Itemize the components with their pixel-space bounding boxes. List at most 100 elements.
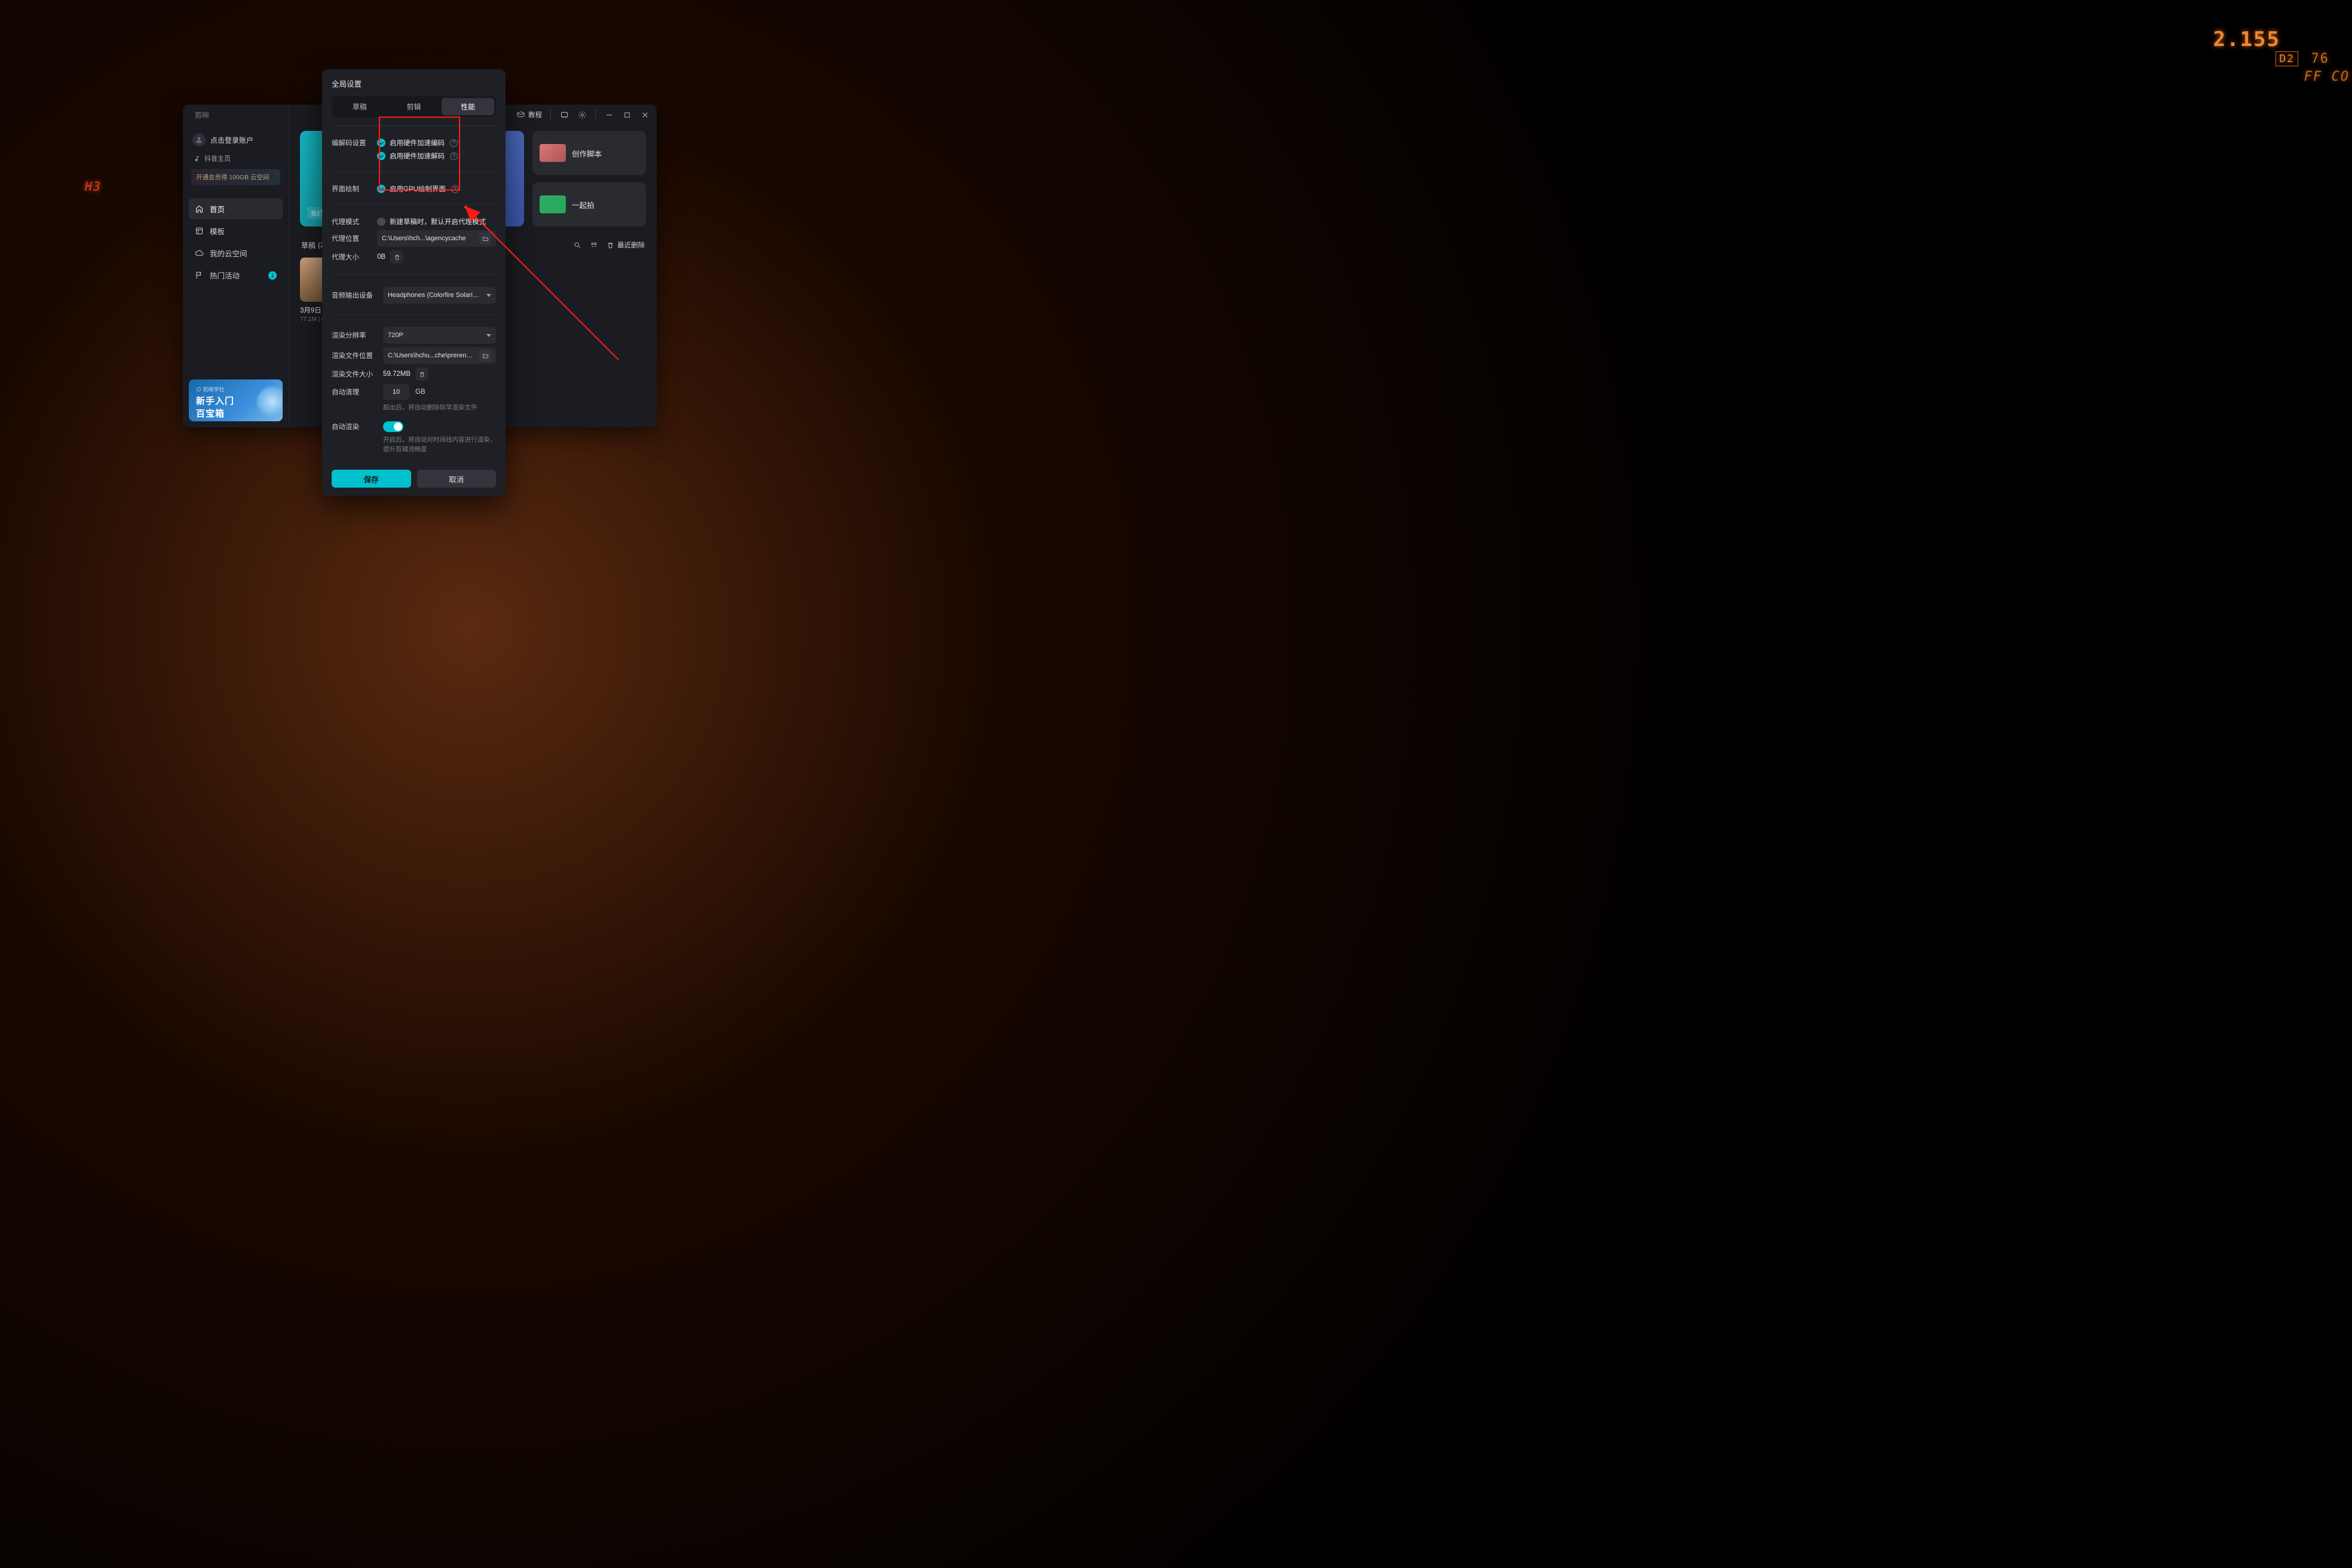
dialog-title: 全局设置 (332, 78, 496, 89)
dialog-tabs: 草稿 剪辑 性能 (332, 96, 496, 117)
autorender-hint: 开启后，将自动对时间线内容进行渲染，提升剪辑流畅度 (383, 436, 496, 455)
nav-activities[interactable]: 热门活动 1 (189, 265, 283, 286)
proxy-size-value: 0B (377, 253, 385, 261)
nav-label: 模板 (210, 225, 225, 237)
checkbox-hw-decode[interactable]: 启用硬件加速解码 ? (377, 151, 458, 161)
check-label: 启用硬件加速编码 (390, 138, 445, 148)
tab-draft[interactable]: 草稿 (333, 98, 386, 115)
render-res-value: 720P (388, 332, 480, 339)
ui-render-label: 界面绘制 (332, 184, 369, 194)
badge: 1 (268, 271, 277, 280)
audio-out-label: 音频输出设备 (332, 290, 375, 300)
avatar-icon (192, 133, 206, 146)
search-icon[interactable] (571, 238, 584, 252)
autorender-label: 自动渲染 (332, 422, 375, 431)
section-ui-render: 界面绘制 启用GPU绘制界面 ? (332, 172, 496, 204)
cloud-icon (195, 249, 204, 258)
hud-ffco: FF CO (2304, 69, 2350, 84)
flag-icon (195, 271, 204, 280)
render-path-value: C:\Users\hchu...che\prerender (388, 352, 476, 359)
autoclean-num-input[interactable]: 10 (383, 384, 409, 400)
check-icon (377, 185, 385, 193)
render-res-select[interactable]: 720P (383, 327, 496, 344)
section-audio: 音频输出设备 Headphones (Colorfire Solaris w).… (332, 274, 496, 314)
save-button[interactable]: 保存 (332, 470, 411, 488)
nav-cloud[interactable]: 我的云空间 (189, 243, 283, 264)
section-codec: 编解码设置 启用硬件加速编码 ? . 启用硬件加速解码 ? (332, 125, 496, 172)
nav-home[interactable]: 首页 (189, 198, 283, 219)
nav-label: 热门活动 (210, 270, 240, 281)
hud-h3: H3 (85, 179, 102, 194)
tab-performance[interactable]: 性能 (442, 98, 494, 115)
login-label: 点击登录账户 (210, 135, 253, 145)
cancel-button[interactable]: 取消 (417, 470, 497, 488)
render-res-label: 渲染分辨率 (332, 330, 375, 340)
tab-edit[interactable]: 剪辑 (388, 98, 440, 115)
checkbox-gpu-ui[interactable]: 启用GPU绘制界面 ? (377, 184, 459, 194)
folder-icon[interactable] (479, 350, 491, 362)
audio-out-select[interactable]: Headphones (Colorfire Solaris w)... (383, 287, 496, 304)
recent-delete-label: 最近删除 (617, 240, 645, 250)
proxy-mode-label: 代理模式 (332, 217, 369, 226)
hud-number: 2.155 (2213, 27, 2280, 51)
autoclean-unit: GB (415, 388, 425, 396)
banner-line1: 新手入门 (196, 394, 275, 407)
music-note-icon (194, 155, 200, 162)
douyin-label: 抖音主页 (204, 154, 231, 163)
nav-label: 首页 (210, 203, 225, 215)
login-row[interactable]: 点击登录账户 (192, 133, 280, 146)
template-icon (195, 226, 204, 235)
render-size-value: 59.72MB (383, 370, 411, 378)
info-icon[interactable]: ? (450, 152, 458, 160)
autorender-switch[interactable] (383, 421, 403, 432)
proxy-size-label: 代理大小 (332, 252, 369, 262)
proxy-loc-value: C:\Users\hch...\agencycache (382, 235, 476, 242)
douyin-link[interactable]: 抖音主页 (194, 154, 280, 163)
thumb (540, 144, 566, 162)
delete-proxy-button[interactable] (390, 250, 403, 264)
sidebar-banner[interactable]: ⊙ 剪映学社 新手入门 百宝箱 (189, 379, 283, 421)
audio-out-value: Headphones (Colorfire Solaris w)... (388, 292, 480, 299)
hud-d2n: 76 (2311, 51, 2330, 66)
settings-dialog: 全局设置 草稿 剪辑 性能 编解码设置 启用硬件加速编码 ? . 启用硬件加速解… (322, 69, 506, 496)
sort-icon[interactable] (587, 238, 601, 252)
codec-label: 编解码设置 (332, 138, 369, 148)
nav-templates[interactable]: 模板 (189, 220, 283, 241)
check-label: 新建草稿时，默认开启代理模式 (390, 217, 486, 226)
section-proxy: 代理模式 新建草稿时，默认开启代理模式 代理位置 C:\Users\hch...… (332, 204, 496, 274)
home-icon (195, 204, 204, 213)
proxy-loc-label: 代理位置 (332, 234, 369, 243)
autoclean-hint: 超出后，将自动删除较早渲染文件 (383, 403, 496, 413)
banner-line2: 百宝箱 (196, 407, 275, 419)
nav-label: 我的云空间 (210, 247, 247, 259)
hud-d2: D2 (2276, 51, 2298, 66)
mini-card-shoot[interactable]: 一起拍 (532, 182, 646, 226)
render-path-field[interactable]: C:\Users\hchu...che\prerender (383, 347, 496, 364)
mini-card-script[interactable]: 创作脚本 (532, 131, 646, 175)
thumb (540, 195, 566, 213)
section-render: 渲染分辨率 720P 渲染文件位置 C:\Users\hchu...che\pr… (332, 314, 496, 461)
drafts-title: 草稿 (301, 240, 316, 250)
sidebar: 点击登录账户 抖音主页 开通会员得 100GB 云空间 首页 模板 我的云空间 … (183, 105, 289, 427)
check-icon (377, 152, 385, 160)
checkbox-proxy-mode[interactable]: 新建草稿时，默认开启代理模式 (377, 217, 486, 226)
check-label: 启用GPU绘制界面 (390, 184, 446, 194)
autoclean-label: 自动清理 (332, 387, 375, 397)
dialog-footer: 保存 取消 (332, 470, 496, 488)
check-icon (377, 218, 385, 226)
trash-icon (607, 241, 614, 249)
checkbox-hw-encode[interactable]: 启用硬件加速编码 ? (377, 138, 458, 148)
render-size-label: 渲染文件大小 (332, 369, 375, 379)
check-label: 启用硬件加速解码 (390, 151, 445, 161)
promo-strip[interactable]: 开通会员得 100GB 云空间 (191, 169, 280, 185)
mini-label: 创作脚本 (572, 148, 602, 159)
info-icon[interactable]: ? (450, 139, 458, 147)
folder-icon[interactable] (479, 232, 491, 244)
recent-delete-button[interactable]: 最近删除 (607, 240, 645, 250)
proxy-loc-field[interactable]: C:\Users\hch...\agencycache (377, 230, 496, 247)
delete-render-button[interactable] (415, 368, 428, 381)
app-name: 剪映 (195, 110, 209, 120)
info-icon[interactable]: ? (451, 185, 459, 193)
mini-label: 一起拍 (572, 199, 595, 210)
banner-tag: ⊙ 剪映学社 (196, 385, 275, 393)
